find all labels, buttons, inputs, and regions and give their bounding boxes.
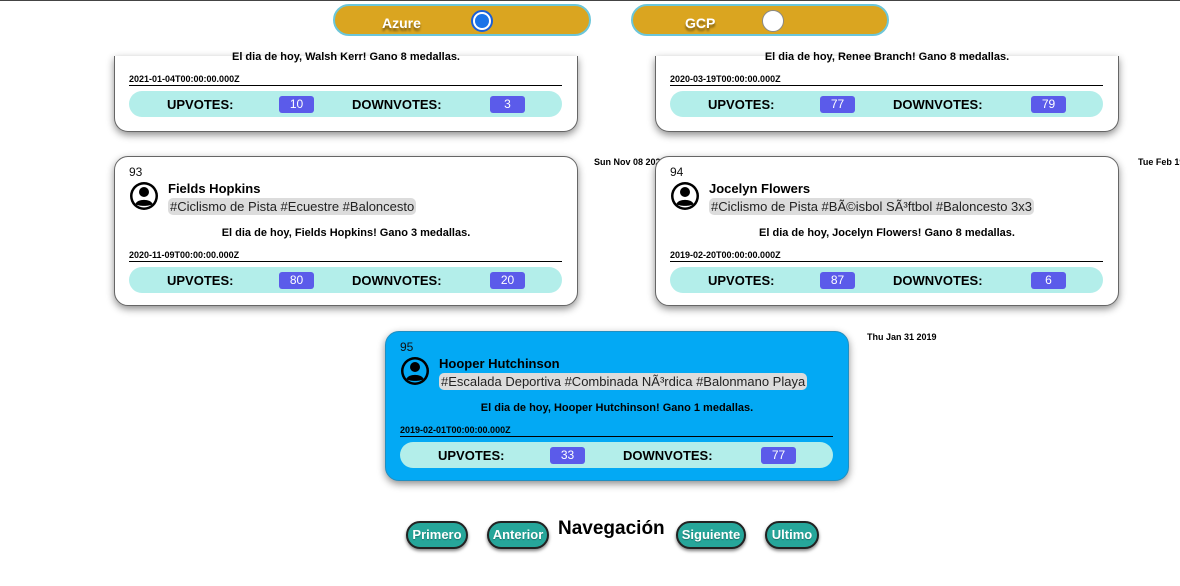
record-date: 2019-02-01T00:00:00.000Z — [400, 425, 833, 437]
user-avatar-icon — [401, 357, 429, 385]
navigation-title: Navegación — [558, 518, 665, 539]
upvotes-count[interactable]: 10 — [279, 96, 314, 113]
greeting-text: El dia de hoy, Renee Branch! Gano 8 meda… — [764, 51, 1010, 63]
athlete-name: Fields Hopkins — [168, 181, 261, 196]
votes-bar: UPVOTES: 87 DOWNVOTES: 6 — [670, 267, 1103, 293]
azure-toggle[interactable]: Azure — [333, 4, 591, 36]
downvotes-count[interactable]: 20 — [490, 272, 525, 289]
athlete-card: El dia de hoy, Walsh Kerr! Gano 8 medall… — [114, 51, 578, 132]
gcp-radio[interactable] — [762, 10, 784, 32]
downvotes-label: DOWNVOTES: — [893, 273, 983, 288]
downvotes-count[interactable]: 77 — [761, 447, 796, 464]
card-number: 94 — [670, 165, 684, 179]
azure-label: Azure — [382, 15, 421, 31]
record-date: 2020-11-09T00:00:00.000Z — [129, 250, 562, 262]
greeting-text: El dia de hoy, Hooper Hutchinson! Gano 1… — [480, 402, 754, 414]
athlete-card: El dia de hoy, Renee Branch! Gano 8 meda… — [655, 51, 1119, 132]
upvotes-label: UPVOTES: — [708, 97, 775, 112]
votes-bar: UPVOTES: 80 DOWNVOTES: 20 — [129, 267, 562, 293]
sport-tags: #Ciclismo de Pista #BÃ©isbol SÃ³ftbol #B… — [709, 198, 1035, 215]
greeting-text: El dia de hoy, Walsh Kerr! Gano 8 medall… — [231, 51, 460, 63]
gcp-toggle[interactable]: GCP — [631, 4, 889, 36]
greeting-text: El dia de hoy, Jocelyn Flowers! Gano 8 m… — [759, 227, 1015, 239]
athlete-card: 93 Fields Hopkins #Ciclismo de Pista #Ec… — [114, 156, 578, 306]
downvotes-count[interactable]: 79 — [1031, 96, 1066, 113]
votes-bar: UPVOTES: 77 DOWNVOTES: 79 — [670, 91, 1103, 117]
previous-page-button[interactable]: Anterior — [487, 521, 549, 549]
side-date: Tue Feb 19 — [1138, 157, 1180, 167]
upvotes-count[interactable]: 33 — [550, 447, 585, 464]
record-date: 2019-02-20T00:00:00.000Z — [670, 250, 1103, 262]
downvotes-label: DOWNVOTES: — [623, 448, 713, 463]
card-number: 95 — [400, 340, 414, 354]
athlete-name: Jocelyn Flowers — [709, 181, 811, 196]
downvotes-label: DOWNVOTES: — [352, 97, 442, 112]
record-date: 2021-01-04T00:00:00.000Z — [129, 74, 562, 86]
azure-radio[interactable] — [471, 10, 493, 32]
top-border — [0, 0, 1180, 1]
user-avatar-icon — [130, 182, 158, 210]
upvotes-count[interactable]: 80 — [279, 272, 314, 289]
athlete-name: Hooper Hutchinson — [439, 356, 560, 371]
sport-tags: #Escalada Deportiva #Combinada NÃ³rdica … — [439, 373, 808, 390]
sport-tags: #Ciclismo de Pista #Ecuestre #Baloncesto — [168, 198, 417, 215]
card-number: 93 — [129, 165, 143, 179]
votes-bar: UPVOTES: 33 DOWNVOTES: 77 — [400, 442, 833, 468]
gcp-label: GCP — [685, 15, 716, 31]
upvotes-count[interactable]: 77 — [820, 96, 855, 113]
athlete-card: 94 Jocelyn Flowers #Ciclismo de Pista #B… — [655, 156, 1119, 306]
downvotes-label: DOWNVOTES: — [352, 273, 442, 288]
record-date: 2020-03-19T00:00:00.000Z — [670, 74, 1103, 86]
votes-bar: UPVOTES: 10 DOWNVOTES: 3 — [129, 91, 562, 117]
upvotes-label: UPVOTES: — [167, 97, 234, 112]
downvotes-count[interactable]: 6 — [1031, 272, 1066, 289]
downvotes-count[interactable]: 3 — [490, 96, 525, 113]
downvotes-label: DOWNVOTES: — [893, 97, 983, 112]
first-page-button[interactable]: Primero — [406, 521, 468, 549]
upvotes-count[interactable]: 87 — [820, 272, 855, 289]
user-avatar-icon — [671, 182, 699, 210]
side-date: Thu Jan 31 2019 — [867, 332, 937, 342]
next-page-button[interactable]: Siguiente — [676, 521, 746, 549]
upvotes-label: UPVOTES: — [708, 273, 775, 288]
athlete-card-selected: 95 Hooper Hutchinson #Escalada Deportiva… — [385, 331, 849, 481]
greeting-text: El dia de hoy, Fields Hopkins! Gano 3 me… — [221, 227, 471, 239]
upvotes-label: UPVOTES: — [438, 448, 505, 463]
upvotes-label: UPVOTES: — [167, 273, 234, 288]
last-page-button[interactable]: Ultimo — [765, 521, 819, 549]
